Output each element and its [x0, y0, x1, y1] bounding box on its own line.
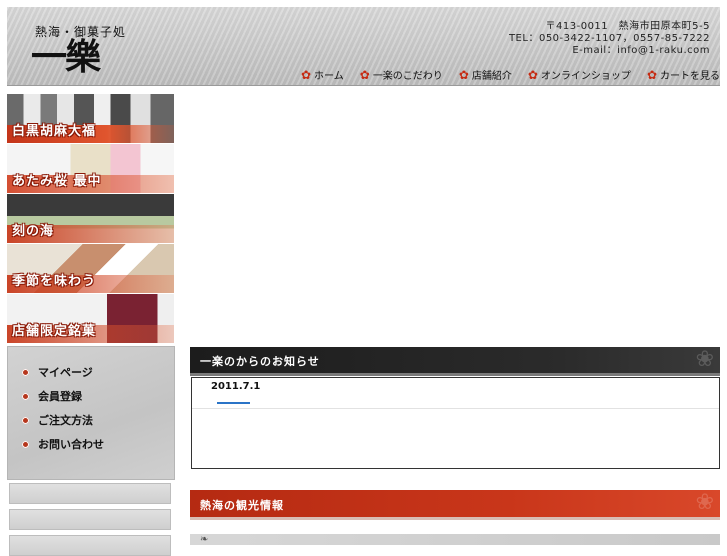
flower-icon: ✿ — [527, 67, 538, 82]
side-banner-slot[interactable] — [9, 483, 171, 504]
flower-icon: ✿ — [300, 67, 312, 82]
nav-home[interactable]: ✿ ホーム — [300, 67, 344, 83]
contact-phone: TEL：050-3422-1107，0557-85-7222 — [508, 33, 710, 44]
contact-email: E-mail：info@1-raku.com — [572, 45, 710, 56]
nav-store-info-label: 店舗紹介 — [471, 71, 512, 82]
product-banner[interactable]: 店舗限定銘菓 — [7, 294, 174, 344]
product-banner-label: あたみ桜 最中 — [12, 174, 102, 189]
site-header: 熱海・御菓子処 一樂 〒413-0011 熱海市田原本町5-5 TEL：050-… — [7, 7, 720, 86]
contact-address: 〒413-0011 熱海市田原本町5-5 — [545, 21, 710, 32]
menu-order-guide[interactable]: ご注文方法 — [22, 412, 93, 428]
side-banner-slot[interactable] — [9, 509, 171, 530]
menu-register[interactable]: 会員登録 — [22, 388, 82, 404]
menu-order-guide-label: ご注文方法 — [38, 414, 93, 427]
news-list: 2011.7.1 — [191, 377, 720, 469]
nav-online-shop-label: オンラインショップ — [540, 71, 631, 82]
contact-info: 〒413-0011 熱海市田原本町5-5 TEL：050-3422-1107，0… — [509, 21, 710, 57]
product-banner[interactable]: 白黒胡麻大福 — [7, 94, 174, 144]
member-menu: マイページ 会員登録 ご注文方法 お問い合わせ — [7, 346, 175, 480]
bullet-icon — [22, 368, 29, 376]
nav-store-info[interactable]: ✿ 店舗紹介 — [458, 67, 512, 83]
menu-mypage[interactable]: マイページ — [22, 364, 93, 380]
menu-register-label: 会員登録 — [38, 390, 82, 403]
product-banner-label: 店舗限定銘菓 — [12, 324, 97, 339]
menu-mypage-label: マイページ — [38, 366, 93, 379]
product-banner-label: 刻の海 — [12, 224, 55, 239]
menu-contact[interactable]: お問い合わせ — [22, 436, 104, 452]
bullet-icon — [22, 416, 29, 424]
site-logo[interactable]: 一樂 — [31, 37, 101, 77]
news-item-link[interactable] — [217, 402, 250, 404]
menu-contact-label: お問い合わせ — [38, 438, 104, 451]
flower-icon: ✿ — [359, 67, 370, 82]
ornament-icon: ❧ — [200, 534, 209, 545]
product-banner[interactable]: 刻の海 — [7, 194, 174, 244]
global-nav: ✿ ホーム ✿ 一楽のこだわり ✿ 店舗紹介 ✿ オンラインショップ ✿ カート… — [285, 67, 720, 83]
product-banners: 白黒胡麻大福 あたみ桜 最中 刻の海 季節を味わう 店舗限定銘菓 — [7, 94, 174, 344]
bullet-icon — [22, 392, 29, 400]
product-banner-label: 季節を味わう — [12, 274, 97, 289]
product-banner-label: 白黒胡麻大福 — [12, 124, 97, 139]
nav-commitment[interactable]: ✿ 一楽のこだわり — [359, 67, 443, 83]
tourism-heading: 熱海の観光情報 — [200, 499, 284, 512]
bullet-icon — [22, 440, 29, 448]
nav-online-shop[interactable]: ✿ オンラインショップ — [527, 67, 631, 83]
tourism-content-top: ❧ — [190, 534, 720, 545]
news-date: 2011.7.1 — [211, 381, 261, 392]
divider — [192, 408, 719, 409]
nav-commitment-label: 一楽のこだわり — [372, 71, 443, 82]
news-heading-bar: 一楽のからのお知らせ ❀ — [190, 347, 720, 376]
nav-view-cart[interactable]: ✿ カートを見る — [646, 67, 720, 83]
leaf-icon: ❀ — [695, 347, 714, 372]
flower-icon: ✿ — [458, 67, 469, 82]
leaf-icon: ❀ — [695, 490, 714, 515]
nav-view-cart-label: カートを見る — [660, 71, 720, 82]
tourism-heading-bar: 熱海の観光情報 ❀ — [190, 490, 720, 520]
flower-icon: ✿ — [646, 67, 657, 82]
nav-home-label: ホーム — [314, 71, 344, 82]
side-banner-slot[interactable] — [9, 535, 171, 556]
product-banner[interactable]: 季節を味わう — [7, 244, 174, 294]
product-banner[interactable]: あたみ桜 最中 — [7, 144, 174, 194]
news-heading: 一楽のからのお知らせ — [200, 355, 320, 368]
